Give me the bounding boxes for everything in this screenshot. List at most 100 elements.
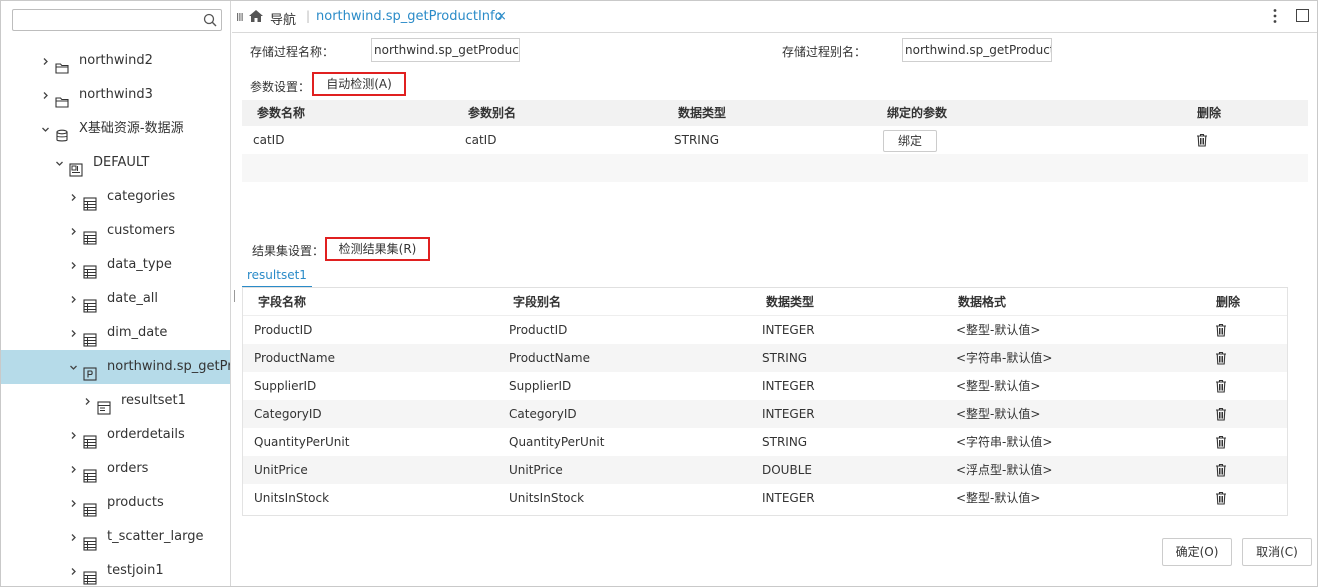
param-name-cell: catID (253, 133, 285, 147)
sidebar-item[interactable]: date_all (1, 282, 230, 316)
sidebar-item-label: northwind.sp_getPr... (107, 359, 231, 374)
trash-icon[interactable] (1196, 133, 1208, 147)
sidebar-item[interactable]: X基础资源-数据源 (1, 112, 230, 146)
sidebar-item-label: orders (107, 461, 149, 476)
field-format-cell[interactable]: <整型-默认值> (956, 484, 1040, 512)
detect-resultset-button[interactable]: 检测结果集(R) (325, 237, 430, 261)
chevron-down-icon[interactable] (53, 146, 65, 180)
chevron-right-icon[interactable] (39, 44, 51, 78)
sidebar-item[interactable]: DEFAULT (1, 146, 230, 180)
proc-name-input[interactable]: northwind.sp_getProductInf (371, 38, 520, 62)
more-vertical-icon[interactable] (1272, 8, 1278, 24)
field-type-cell[interactable]: INTEGER (762, 400, 815, 428)
folder-icon (55, 88, 69, 108)
sidebar-item-label: orderdetails (107, 427, 185, 442)
resource-tree: northwind2 northwind3 X基础资源-数据源 DEFAULT cate… (1, 44, 231, 586)
field-type-cell[interactable]: INTEGER (762, 372, 815, 400)
chevron-right-icon[interactable] (67, 452, 79, 486)
param-type-cell[interactable]: STRING (674, 126, 719, 154)
table-row[interactable]: CategoryID CategoryID INTEGER <整型-默认值> (243, 400, 1287, 428)
table-row[interactable]: UnitPrice UnitPrice DOUBLE <浮点型-默认值> (243, 456, 1287, 484)
sidebar-item[interactable]: customers (1, 214, 230, 248)
sidebar-item[interactable]: data_type (1, 248, 230, 282)
trash-icon[interactable] (1215, 379, 1227, 393)
close-tab-icon[interactable]: × (496, 9, 507, 24)
field-type-cell[interactable]: STRING (762, 428, 807, 456)
field-format-cell[interactable]: <字符串-默认值> (956, 344, 1052, 372)
trash-icon[interactable] (1215, 463, 1227, 477)
chevron-right-icon[interactable] (39, 78, 51, 112)
trash-icon[interactable] (1215, 435, 1227, 449)
trash-icon[interactable] (1215, 351, 1227, 365)
table-icon (83, 190, 97, 211)
tab-active-procedure[interactable]: northwind.sp_getProductInfo (316, 9, 503, 24)
maximize-icon[interactable] (1296, 9, 1309, 22)
chevron-right-icon[interactable] (67, 248, 79, 282)
sidebar-item-label: dim_date (107, 325, 168, 340)
field-format-cell[interactable]: <浮点型-默认值> (956, 456, 1052, 484)
cancel-button[interactable]: 取消(C) (1242, 538, 1312, 566)
chevron-right-icon[interactable] (67, 180, 79, 214)
collapse-sidebar-icon[interactable]: III (236, 11, 244, 24)
chevron-down-icon[interactable] (67, 350, 79, 384)
col-param-type: 数据类型 (678, 106, 727, 120)
trash-icon[interactable] (1215, 407, 1227, 421)
chevron-right-icon[interactable] (67, 282, 79, 316)
proc-alias-input[interactable]: northwind.sp_getProductInf (902, 38, 1052, 62)
table-row[interactable]: ProductID ProductID INTEGER <整型-默认值> (243, 316, 1287, 344)
trash-icon[interactable] (1215, 491, 1227, 505)
table-row[interactable]: QuantityPerUnit QuantityPerUnit STRING <字符串… (243, 428, 1287, 456)
col-field-format: 数据格式 (958, 295, 1007, 309)
table-row[interactable]: catID catID STRING 绑定 (242, 126, 1308, 154)
search-icon[interactable] (203, 13, 217, 27)
tab-resultset1[interactable]: resultset1 (242, 264, 312, 288)
chevron-right-icon[interactable] (67, 520, 79, 554)
chevron-right-icon[interactable] (67, 316, 79, 350)
field-format-cell[interactable]: <整型-默认值> (956, 316, 1040, 344)
auto-detect-button[interactable]: 自动检测(A) (312, 72, 406, 96)
table-row[interactable]: UnitsInStock UnitsInStock INTEGER <整型-默认值> (243, 484, 1287, 512)
sidebar-item[interactable]: resultset1 (1, 384, 230, 418)
field-format-cell[interactable]: <整型-默认值> (956, 372, 1040, 400)
tab-navigation[interactable]: 导航 (270, 9, 296, 28)
field-name-cell: QuantityPerUnit (254, 435, 350, 449)
splitter-handle[interactable] (234, 290, 235, 302)
sidebar-item[interactable]: categories (1, 180, 230, 214)
chevron-right-icon[interactable] (67, 486, 79, 520)
field-type-cell[interactable]: DOUBLE (762, 456, 812, 484)
sidebar-item-label: t_scatter_large (107, 529, 204, 544)
bind-button[interactable]: 绑定 (883, 130, 937, 152)
sidebar-item-label: X基础资源-数据源 (79, 121, 184, 136)
main-panel: 存储过程名称： northwind.sp_getProductInf 存储过程别… (232, 34, 1317, 586)
field-type-cell[interactable]: STRING (762, 344, 807, 372)
sidebar-item[interactable]: orders (1, 452, 230, 486)
field-alias-cell: CategoryID (509, 407, 577, 421)
field-type-cell[interactable]: INTEGER (762, 316, 815, 344)
chevron-right-icon[interactable] (81, 384, 93, 418)
sidebar-item[interactable]: dim_date (1, 316, 230, 350)
ok-button[interactable]: 确定(O) (1162, 538, 1232, 566)
search-input[interactable] (12, 9, 222, 31)
sidebar-item[interactable]: t_scatter_large (1, 520, 230, 554)
resultset-table: 字段名称 字段别名 数据类型 数据格式 删除 ProductID ProductI… (242, 288, 1288, 516)
sidebar-item[interactable]: testjoin1 (1, 554, 230, 586)
home-icon[interactable] (248, 9, 264, 23)
chevron-down-icon[interactable] (39, 112, 51, 146)
sidebar-item[interactable]: northwind.sp_getPr... (1, 350, 231, 384)
field-type-cell[interactable]: INTEGER (762, 484, 815, 512)
sidebar: northwind2 northwind3 X基础资源-数据源 DEFAULT cate… (1, 1, 231, 586)
field-alias-cell: QuantityPerUnit (509, 435, 605, 449)
field-name-cell: SupplierID (254, 379, 317, 393)
table-row[interactable]: ProductName ProductName STRING <字符串-默认值> (243, 344, 1287, 372)
field-format-cell[interactable]: <整型-默认值> (956, 400, 1040, 428)
field-format-cell[interactable]: <字符串-默认值> (956, 428, 1052, 456)
table-row[interactable]: SupplierID SupplierID INTEGER <整型-默认值> (243, 372, 1287, 400)
sidebar-item[interactable]: orderdetails (1, 418, 230, 452)
sidebar-item[interactable]: northwind3 (1, 78, 230, 112)
chevron-right-icon[interactable] (67, 214, 79, 248)
sidebar-item[interactable]: products (1, 486, 230, 520)
sidebar-item[interactable]: northwind2 (1, 44, 230, 78)
trash-icon[interactable] (1215, 323, 1227, 337)
chevron-right-icon[interactable] (67, 418, 79, 452)
chevron-right-icon[interactable] (67, 554, 79, 586)
